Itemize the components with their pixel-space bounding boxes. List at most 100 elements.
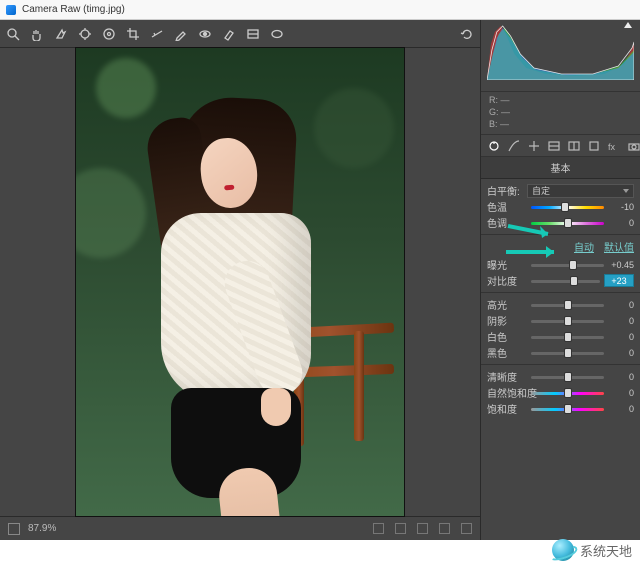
wb-label: 白平衡: [487,183,527,198]
swap-icon[interactable] [395,523,406,534]
wb-dropdown[interactable]: 自定 [527,184,634,198]
vibrance-slider[interactable] [531,387,604,399]
whites-row: 白色 0 [487,329,634,344]
blacks-label: 黑色 [487,345,527,360]
temp-label: 色温 [487,199,527,214]
shadows-slider[interactable] [531,315,604,327]
contrast-label: 对比度 [487,273,527,288]
highlights-value[interactable]: 0 [608,300,634,310]
basic-tab-icon[interactable] [487,139,501,153]
temp-value[interactable]: -10 [608,202,634,212]
contrast-row: 对比度 +23 [487,273,634,288]
vibrance-label: 自然饱和度 [487,385,527,400]
saturation-value[interactable]: 0 [608,404,634,414]
vibrance-row: 自然饱和度 0 [487,385,634,400]
highlights-slider[interactable] [531,299,604,311]
tint-label: 色调 [487,215,527,230]
shadows-label: 阴影 [487,313,527,328]
right-panel: R: — G: — B: — fx 基本 白平衡: [480,20,640,540]
highlights-row: 高光 0 [487,297,634,312]
zoom-level[interactable]: 87.9% [28,523,56,534]
b-value: B: — [489,118,632,130]
rotate-icon[interactable] [460,27,474,41]
curve-tab-icon[interactable] [507,139,521,153]
before-after-icon[interactable] [373,523,384,534]
hand-tool-icon[interactable] [30,27,44,41]
tint-slider[interactable] [531,217,604,229]
saturation-slider[interactable] [531,403,604,415]
targeted-adjustment-tool-icon[interactable] [102,27,116,41]
clarity-row: 清晰度 0 [487,369,634,384]
image-canvas[interactable] [0,48,480,516]
toolbar [0,20,480,48]
toggle-icon[interactable] [439,523,450,534]
panel-title: 基本 [481,157,640,179]
split-tab-icon[interactable] [567,139,581,153]
main-area: 87.9% R: — G: — [0,20,640,540]
preview-image [75,47,405,517]
highlights-label: 高光 [487,297,527,312]
clarity-value[interactable]: 0 [608,372,634,382]
color-sampler-tool-icon[interactable] [78,27,92,41]
left-pane: 87.9% [0,20,480,540]
exposure-label: 曝光 [487,257,527,272]
temp-row: 色温 -10 [487,199,634,214]
menu-icon[interactable] [461,523,472,534]
grid-toggle-icon[interactable] [8,523,20,535]
histogram[interactable] [481,20,640,92]
red-eye-tool-icon[interactable] [198,27,212,41]
shadows-row: 阴影 0 [487,313,634,328]
copy-settings-icon[interactable] [417,523,428,534]
adjustment-brush-tool-icon[interactable] [222,27,236,41]
spot-removal-tool-icon[interactable] [174,27,188,41]
saturation-row: 饱和度 0 [487,401,634,416]
whites-slider[interactable] [531,331,604,343]
auto-default-row: 自动 默认值 [487,239,634,254]
basic-panel: 白平衡: 自定 色温 -10 色调 0 自动 默认值 [481,179,640,425]
rgb-readout: R: — G: — B: — [481,92,640,135]
tint-row: 色调 0 [487,215,634,230]
contrast-slider[interactable] [531,275,600,287]
watermark-text: 系统天地 [580,541,632,560]
r-value: R: — [489,94,632,106]
blacks-row: 黑色 0 [487,345,634,360]
radial-filter-tool-icon[interactable] [270,27,284,41]
hsl-tab-icon[interactable] [547,139,561,153]
detail-tab-icon[interactable] [527,139,541,153]
window-title: Camera Raw (timg.jpg) [22,4,125,15]
watermark: 系统天地 [552,539,632,561]
panel-tabs: fx [481,135,640,157]
app-icon [6,5,16,15]
exposure-slider[interactable] [531,259,604,271]
auto-link[interactable]: 自动 [574,239,594,254]
straighten-tool-icon[interactable] [150,27,164,41]
contrast-value[interactable]: +23 [604,274,634,287]
crop-tool-icon[interactable] [126,27,140,41]
titlebar: Camera Raw (timg.jpg) [0,0,640,20]
default-link[interactable]: 默认值 [604,239,634,254]
camera-tab-icon[interactable] [627,139,640,153]
saturation-label: 饱和度 [487,401,527,416]
white-balance-row: 白平衡: 自定 [487,183,634,198]
g-value: G: — [489,106,632,118]
whites-value[interactable]: 0 [608,332,634,342]
blacks-value[interactable]: 0 [608,348,634,358]
clarity-slider[interactable] [531,371,604,383]
fx-tab-icon[interactable]: fx [607,139,621,153]
lens-tab-icon[interactable] [587,139,601,153]
temp-slider[interactable] [531,201,604,213]
white-balance-tool-icon[interactable] [54,27,68,41]
highlight-clip-icon[interactable] [624,22,632,28]
clarity-label: 清晰度 [487,369,527,384]
camera-raw-window: Camera Raw (timg.jpg) [0,0,640,540]
status-bar: 87.9% [0,516,480,540]
svg-text:fx: fx [608,142,616,152]
graduated-filter-tool-icon[interactable] [246,27,260,41]
shadows-value[interactable]: 0 [608,316,634,326]
vibrance-value[interactable]: 0 [608,388,634,398]
zoom-tool-icon[interactable] [6,27,20,41]
whites-label: 白色 [487,329,527,344]
exposure-value[interactable]: +0.45 [608,260,634,270]
blacks-slider[interactable] [531,347,604,359]
tint-value[interactable]: 0 [608,218,634,228]
